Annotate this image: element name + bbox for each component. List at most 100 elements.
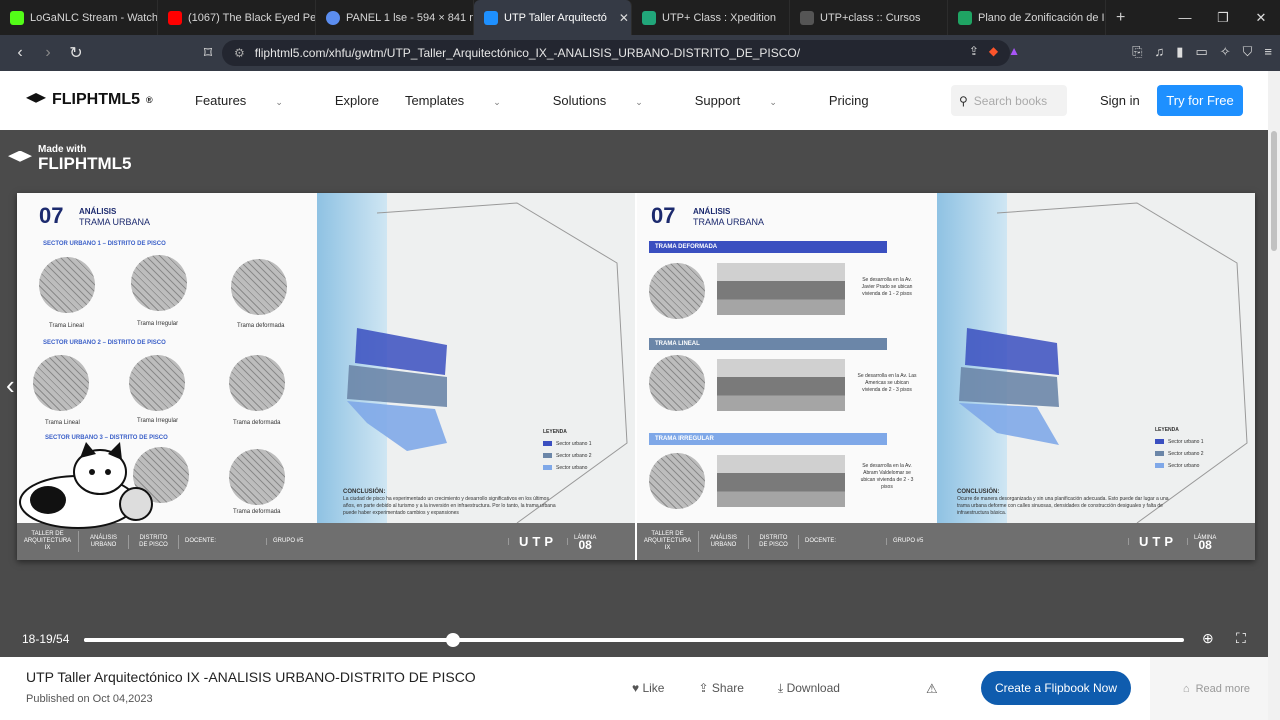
close-tab-icon[interactable]: ✕ — [619, 11, 629, 25]
footer-course: TALLER DE ARQUITECTURA IX — [637, 531, 699, 552]
trama-label: Trama Lineal — [45, 420, 80, 426]
chevron-down-icon: ⌄ — [769, 97, 777, 107]
page-right[interactable]: 07 ANÁLISIS TRAMA URBANA TRAMA DEFORMADA … — [637, 193, 1255, 560]
trama-map-circle — [649, 355, 705, 411]
fullscreen-icon[interactable]: ⛶ — [1236, 630, 1246, 647]
search-input[interactable]: ⚲ Search books — [951, 85, 1067, 116]
music-icon[interactable]: ♫ — [1155, 44, 1165, 60]
page-slider-knob[interactable] — [445, 633, 460, 647]
book-actions: ♥ Like ⇪ Share ⤓ Download — [632, 681, 840, 696]
trama-deformada-bar: TRAMA DEFORMADA — [649, 241, 887, 253]
trama-map-circle — [229, 355, 285, 411]
trama-label: Trama Lineal — [49, 323, 84, 329]
forward-icon[interactable]: › — [36, 44, 60, 62]
footer-group: GRUPO #5 — [887, 538, 1129, 545]
graduation-cap-icon — [26, 93, 46, 103]
tab-zonificacion[interactable]: Plano de Zonificación de I — [948, 0, 1106, 35]
wallet-icon[interactable]: ▭ — [1195, 44, 1207, 60]
panel-icon — [326, 10, 340, 25]
footer-topic: ANÁLISIS URBANO — [79, 534, 129, 549]
menu-icon[interactable]: ≡ — [1264, 44, 1272, 60]
legend-swatch — [543, 453, 552, 459]
trama-lineal-bar: TRAMA LINEAL — [649, 338, 887, 350]
share-button[interactable]: ⇪ Share — [698, 681, 743, 696]
page-title: ANÁLISIS TRAMA URBANA — [693, 207, 764, 227]
sheets-icon — [958, 10, 972, 25]
trama-map-circle — [649, 263, 705, 319]
new-tab-icon[interactable]: + — [1116, 9, 1125, 27]
download-button[interactable]: ⤓ Download — [778, 681, 840, 696]
conclusion-text: Ocurre de manera desorganizada y sin una… — [957, 496, 1169, 516]
heart-icon: ♥ — [632, 681, 640, 695]
cursos-icon — [800, 10, 814, 25]
tab-kick[interactable]: LoGaNLC Stream - Watch — [0, 0, 158, 35]
ai-icon[interactable]: ✧ — [1220, 44, 1231, 60]
legend-swatch — [1155, 439, 1164, 445]
tab-utp-taller[interactable]: UTP Taller Arquitectó ✕ — [474, 0, 632, 35]
brave-shields-icon[interactable]: ◆ — [989, 44, 998, 58]
trama-description: Se desarrolla en la Av. Las Americas se … — [857, 373, 917, 393]
made-with-badge[interactable]: Made with FLIPHTML5 — [8, 144, 132, 173]
site-header: FLIPHTML5 ® Features ⌄ Explore Templates ⌄ … — [0, 71, 1268, 130]
graduation-cap-icon — [8, 150, 32, 162]
url-field[interactable]: ⚙ fliphtml5.com/xhfu/gwtm/UTP_Taller_Arq… — [222, 40, 1010, 66]
trama-label: Trama deformada — [233, 509, 281, 515]
conclusion-box: CONCLUSIÓN: Ocurre de manera desorganiza… — [957, 489, 1173, 517]
page-slider[interactable] — [84, 633, 1184, 647]
legend-swatch — [543, 465, 552, 471]
tab-xpedition[interactable]: UTP+ Class : Xpedition — [632, 0, 790, 35]
nav-support[interactable]: Support ⌄ — [695, 93, 803, 108]
sector-1-area — [965, 328, 1059, 375]
like-button[interactable]: ♥ Like — [632, 681, 664, 696]
bookmark-icon[interactable]: ⌑ — [196, 43, 220, 63]
chevron-down-icon: ⌄ — [635, 97, 643, 107]
tab-panel[interactable]: PANEL 1 lse - 594 × 841 m — [316, 0, 474, 35]
trama-map-circle — [229, 449, 285, 505]
create-flipbook-button[interactable]: Create a Flipbook Now — [981, 671, 1131, 705]
zoom-in-icon[interactable]: ⊕ — [1202, 630, 1214, 647]
page-scrollbar[interactable] — [1268, 71, 1280, 720]
page-slider-fill — [84, 638, 453, 642]
nav-templates[interactable]: Templates ⌄ — [405, 93, 527, 108]
site-info-icon[interactable]: ⚙ — [234, 46, 245, 60]
download-icon: ⤓ — [777, 681, 784, 695]
tab-youtube[interactable]: (1067) The Black Eyed Pea — [158, 0, 316, 35]
read-more-button[interactable]: ⌂ Read more — [1150, 657, 1268, 720]
share-page-icon[interactable]: ⇪ — [969, 44, 979, 58]
nav-solutions[interactable]: Solutions ⌄ — [553, 93, 669, 108]
legend-swatch — [543, 441, 552, 447]
footer-docente: DOCENTE: — [799, 538, 887, 545]
minimize-icon[interactable]: — — [1166, 10, 1204, 25]
try-for-free-button[interactable]: Try for Free — [1157, 85, 1243, 116]
sidebar-icon[interactable]: ▮ — [1176, 44, 1183, 60]
footer-docente: DOCENTE: — [179, 538, 267, 545]
fliphtml5-logo[interactable]: FLIPHTML5 ® — [26, 91, 153, 109]
nav-pricing[interactable]: Pricing — [829, 93, 869, 108]
rewards-icon[interactable]: ▲ — [1008, 44, 1020, 58]
trama-label: Trama Irregular — [137, 321, 179, 327]
trama-map-circle — [649, 453, 705, 509]
nav-explore[interactable]: Explore — [335, 93, 379, 108]
published-date: Published on Oct 04,2023 — [26, 693, 153, 705]
vpn-icon[interactable]: ⛉ — [1243, 44, 1253, 60]
flipbook-spread[interactable]: 07 ANÁLISIS TRAMA URBANA SECTOR URBANO 1 … — [17, 193, 1255, 560]
screenshot-icon[interactable]: ⎘ — [1132, 44, 1142, 60]
tab-cursos[interactable]: UTP+class :: Cursos — [790, 0, 948, 35]
nav-features[interactable]: Features ⌄ — [195, 93, 309, 108]
subtitle-text: TRAMA URBANA — [693, 217, 765, 227]
restore-icon[interactable]: ❐ — [1204, 10, 1242, 26]
book-info-bar: UTP Taller Arquitectónico IX -ANALISIS U… — [0, 657, 1268, 720]
trama-map-circle — [231, 259, 287, 315]
sign-in-link[interactable]: Sign in — [1100, 93, 1140, 108]
address-actions: ⇪ ◆ ▲ — [969, 44, 1020, 58]
legend-item: Sector urbano 2 — [543, 453, 592, 459]
back-icon[interactable]: ‹ — [8, 44, 32, 62]
scrollbar-thumb[interactable] — [1271, 131, 1277, 251]
close-window-icon[interactable]: ✕ — [1242, 10, 1280, 26]
legend-item: Sector urbano — [543, 465, 592, 471]
footer-lamina: LÁMINA 08 — [1194, 534, 1217, 552]
report-icon[interactable]: ⚠ — [926, 681, 938, 697]
prev-page-icon[interactable]: ‹ — [6, 370, 15, 401]
trama-map-circle — [131, 255, 187, 311]
reload-icon[interactable]: ↻ — [64, 43, 88, 63]
